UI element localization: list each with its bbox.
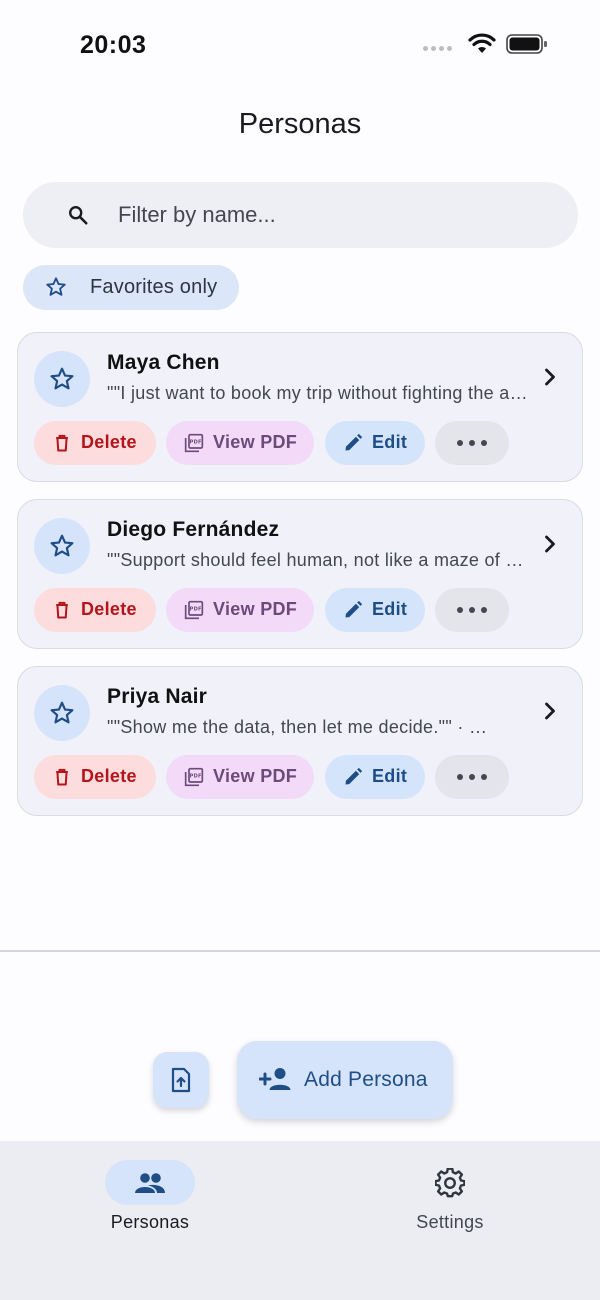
nav-indicator [405, 1160, 495, 1205]
pencil-icon [345, 767, 363, 785]
chevron-right-icon[interactable] [538, 532, 562, 556]
people-icon [135, 1172, 165, 1193]
view-pdf-label: View PDF [213, 599, 298, 619]
pdf-icon: PDF [184, 767, 204, 787]
pencil-icon [345, 600, 363, 618]
more-button[interactable] [435, 588, 509, 632]
trash-icon [56, 768, 68, 786]
bottom-nav: Personas Settings [0, 1141, 600, 1300]
persona-quote: ""I just want to book my trip without fi… [107, 383, 531, 403]
favorites-only-chip[interactable]: Favorites only [23, 265, 239, 310]
search-bar[interactable] [23, 182, 578, 248]
add-persona-button[interactable]: Add Persona [237, 1041, 453, 1119]
page-title: Personas [238, 108, 362, 140]
persona-quote: ""Show me the data, then let me decide."… [107, 717, 488, 737]
trash-icon [56, 434, 68, 452]
edit-button[interactable]: Edit [325, 755, 425, 799]
pdf-icon: PDF [184, 433, 204, 453]
more-icon [457, 607, 487, 613]
upload-icon [171, 1067, 191, 1093]
nav-label-settings: Settings [416, 1212, 484, 1232]
upload-button[interactable] [153, 1052, 209, 1108]
gear-icon [435, 1167, 465, 1197]
status-time: 20:03 [80, 31, 147, 59]
edit-label: Edit [372, 432, 408, 452]
more-icon [457, 440, 487, 446]
favorite-toggle[interactable] [34, 685, 90, 741]
search-icon [69, 206, 88, 225]
delete-button[interactable]: Delete [34, 421, 156, 465]
status-bar: 20:03 [0, 0, 600, 90]
pencil-icon [345, 433, 363, 451]
divider [0, 950, 600, 952]
persona-quote: ""Support should feel human, not like a … [107, 550, 531, 570]
more-button[interactable] [435, 755, 509, 799]
add-person-icon [259, 1068, 291, 1090]
search-input[interactable] [118, 182, 558, 248]
nav-indicator [105, 1160, 195, 1205]
delete-label: Delete [81, 599, 137, 619]
persona-name: Maya Chen [107, 351, 220, 374]
nav-label-personas: Personas [110, 1212, 190, 1232]
edit-label: Edit [372, 599, 408, 619]
delete-label: Delete [81, 432, 137, 452]
edit-label: Edit [372, 766, 408, 786]
nav-item-personas[interactable]: Personas [75, 1160, 225, 1250]
status-icons [423, 33, 548, 55]
chevron-right-icon[interactable] [538, 365, 562, 389]
persona-card[interactable]: Priya Nair ""Show me the data, then let … [17, 666, 583, 816]
delete-label: Delete [81, 766, 137, 786]
pdf-icon: PDF [184, 600, 204, 620]
star-outline-icon [50, 367, 74, 390]
edit-button[interactable]: Edit [325, 421, 425, 465]
star-outline-icon [50, 701, 74, 724]
more-icon [457, 774, 487, 780]
svg-text:PDF: PDF [190, 439, 202, 445]
wifi-icon [468, 33, 496, 53]
persona-card[interactable]: Diego Fernández ""Support should feel hu… [17, 499, 583, 649]
add-persona-label: Add Persona [304, 1068, 428, 1091]
persona-name: Priya Nair [107, 685, 208, 708]
edit-button[interactable]: Edit [325, 588, 425, 632]
battery-icon [506, 34, 547, 54]
favorite-toggle[interactable] [34, 351, 90, 407]
favorites-chip-label: Favorites only [90, 276, 218, 298]
svg-text:PDF: PDF [190, 773, 202, 779]
favorite-toggle[interactable] [34, 518, 90, 574]
chevron-right-icon[interactable] [538, 699, 562, 723]
persona-name: Diego Fernández [107, 518, 280, 541]
delete-button[interactable]: Delete [34, 588, 156, 632]
star-outline-icon [50, 534, 74, 557]
view-pdf-button[interactable]: PDF View PDF [166, 588, 314, 632]
persona-card[interactable]: Maya Chen ""I just want to book my trip … [17, 332, 583, 482]
star-outline-icon [46, 277, 66, 296]
more-button[interactable] [435, 421, 509, 465]
view-pdf-label: View PDF [213, 766, 298, 786]
trash-icon [56, 601, 68, 619]
view-pdf-label: View PDF [213, 432, 298, 452]
view-pdf-button[interactable]: PDF View PDF [166, 755, 314, 799]
view-pdf-button[interactable]: PDF View PDF [166, 421, 314, 465]
signal-icon [423, 45, 452, 51]
svg-text:PDF: PDF [190, 606, 202, 612]
nav-item-settings[interactable]: Settings [375, 1160, 525, 1250]
delete-button[interactable]: Delete [34, 755, 156, 799]
